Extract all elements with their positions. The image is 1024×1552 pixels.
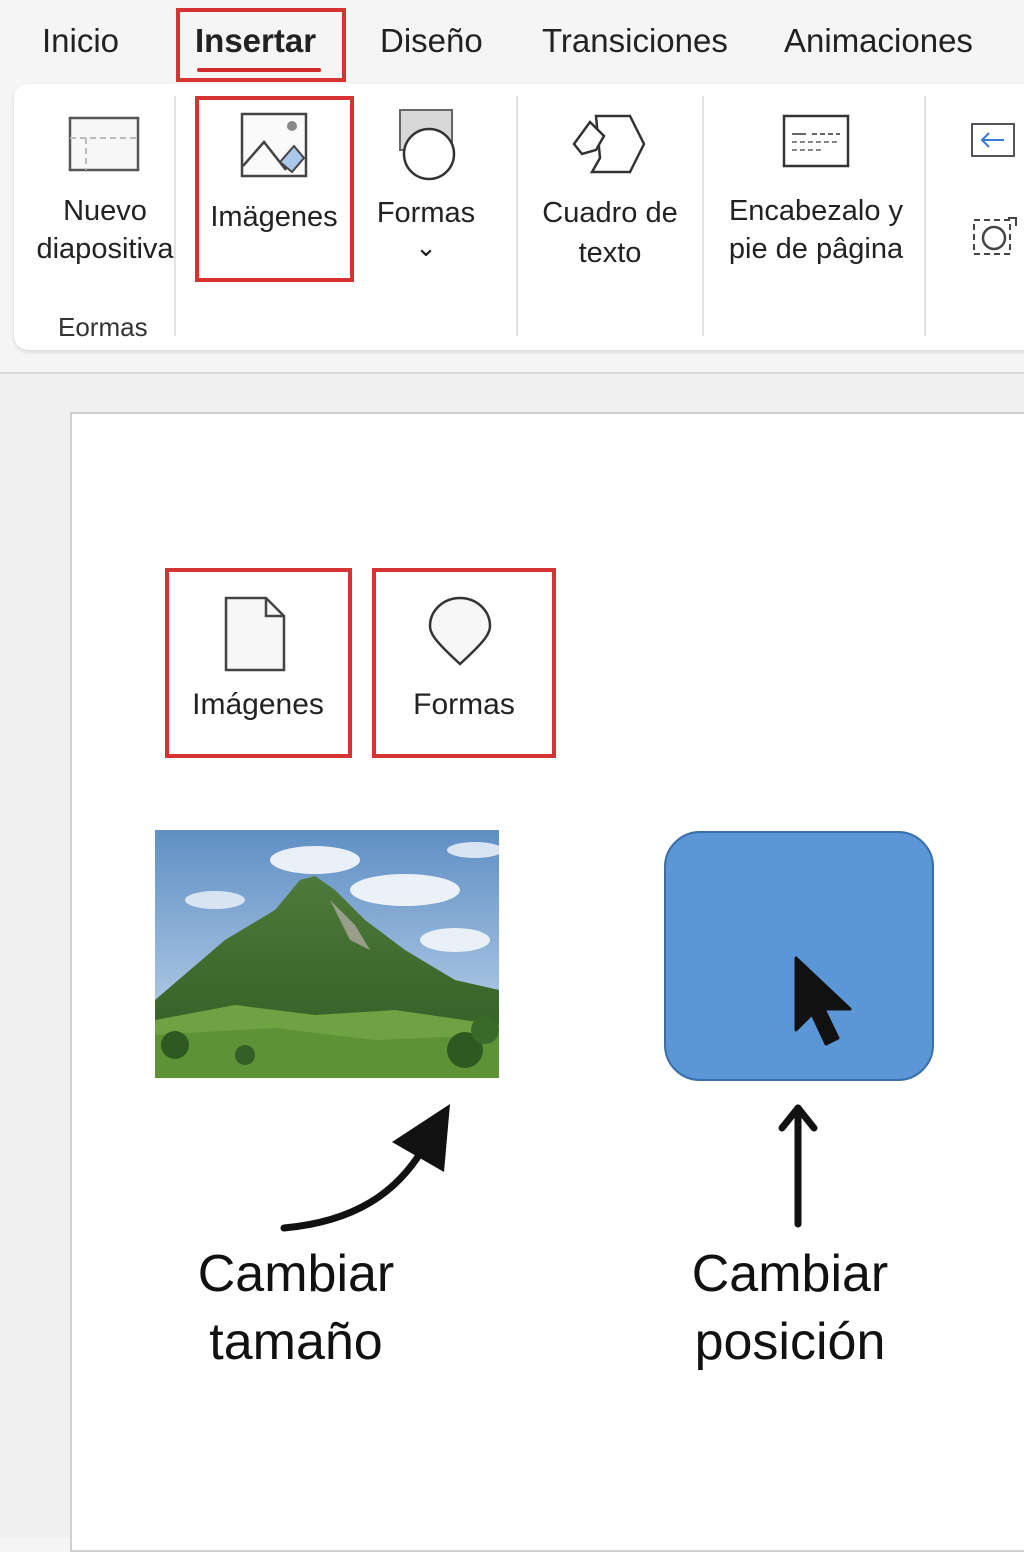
header-footer-label-1: Encabezalo y xyxy=(728,195,904,227)
shapes-icon xyxy=(399,109,456,181)
move-caption-line1: Cambiar xyxy=(691,1245,889,1303)
ribbon-separator xyxy=(174,96,176,336)
slide-images-highlight xyxy=(165,568,352,758)
insertar-tab-highlight xyxy=(176,8,346,82)
new-slide-icon xyxy=(68,116,140,172)
link-arrow-icon[interactable] xyxy=(970,122,1016,158)
resize-caption-line2: tamaño xyxy=(209,1313,383,1371)
mouse-cursor-icon xyxy=(794,956,852,1046)
ribbon-tab-bar: Inicio Insertar Diseño Transiciones Anim… xyxy=(0,0,1024,84)
shapes-ribbon-label: Formas xyxy=(376,197,476,229)
screenshot-icon[interactable] xyxy=(970,212,1020,258)
textbox-icon xyxy=(572,114,646,174)
ribbon-separator xyxy=(516,96,518,336)
slide-shapes-highlight xyxy=(372,568,556,758)
chevron-down-icon[interactable]: ⌄ xyxy=(364,228,488,266)
mountain-photo[interactable] xyxy=(155,830,499,1078)
up-arrow-icon xyxy=(778,1104,818,1228)
tab-transiciones[interactable]: Transiciones xyxy=(542,22,728,60)
new-slide-label-1: Nuevo xyxy=(63,195,147,227)
header-footer-icon xyxy=(782,114,850,168)
ribbon-separator xyxy=(702,96,704,336)
images-button-highlight xyxy=(195,96,354,282)
textbox-button[interactable]: Cuadro de texto xyxy=(530,100,690,280)
new-slide-button[interactable]: Nuevo diapositiva xyxy=(30,100,180,280)
curved-arrow-icon xyxy=(280,1104,450,1232)
ribbon-separator xyxy=(924,96,926,336)
move-caption-line2: posición xyxy=(694,1313,886,1371)
resize-caption-line1: Cambiar xyxy=(197,1245,395,1303)
tab-inicio[interactable]: Inicio xyxy=(42,22,119,60)
header-footer-label-2: pie de pâgina xyxy=(728,233,904,265)
textbox-label-1: Cuadro de xyxy=(542,197,678,229)
shapes-ribbon-button[interactable]: Formas ⌄ xyxy=(364,100,488,280)
ribbon-group-label: Eormas xyxy=(58,312,148,342)
textbox-label-2: texto xyxy=(578,237,642,269)
tab-diseno[interactable]: Diseño xyxy=(380,22,483,60)
tab-animaciones[interactable]: Animaciones xyxy=(784,22,973,60)
header-footer-button[interactable]: Encabezalo y pie de pâgina xyxy=(716,100,916,280)
new-slide-label-2: diapositiva xyxy=(36,233,174,265)
